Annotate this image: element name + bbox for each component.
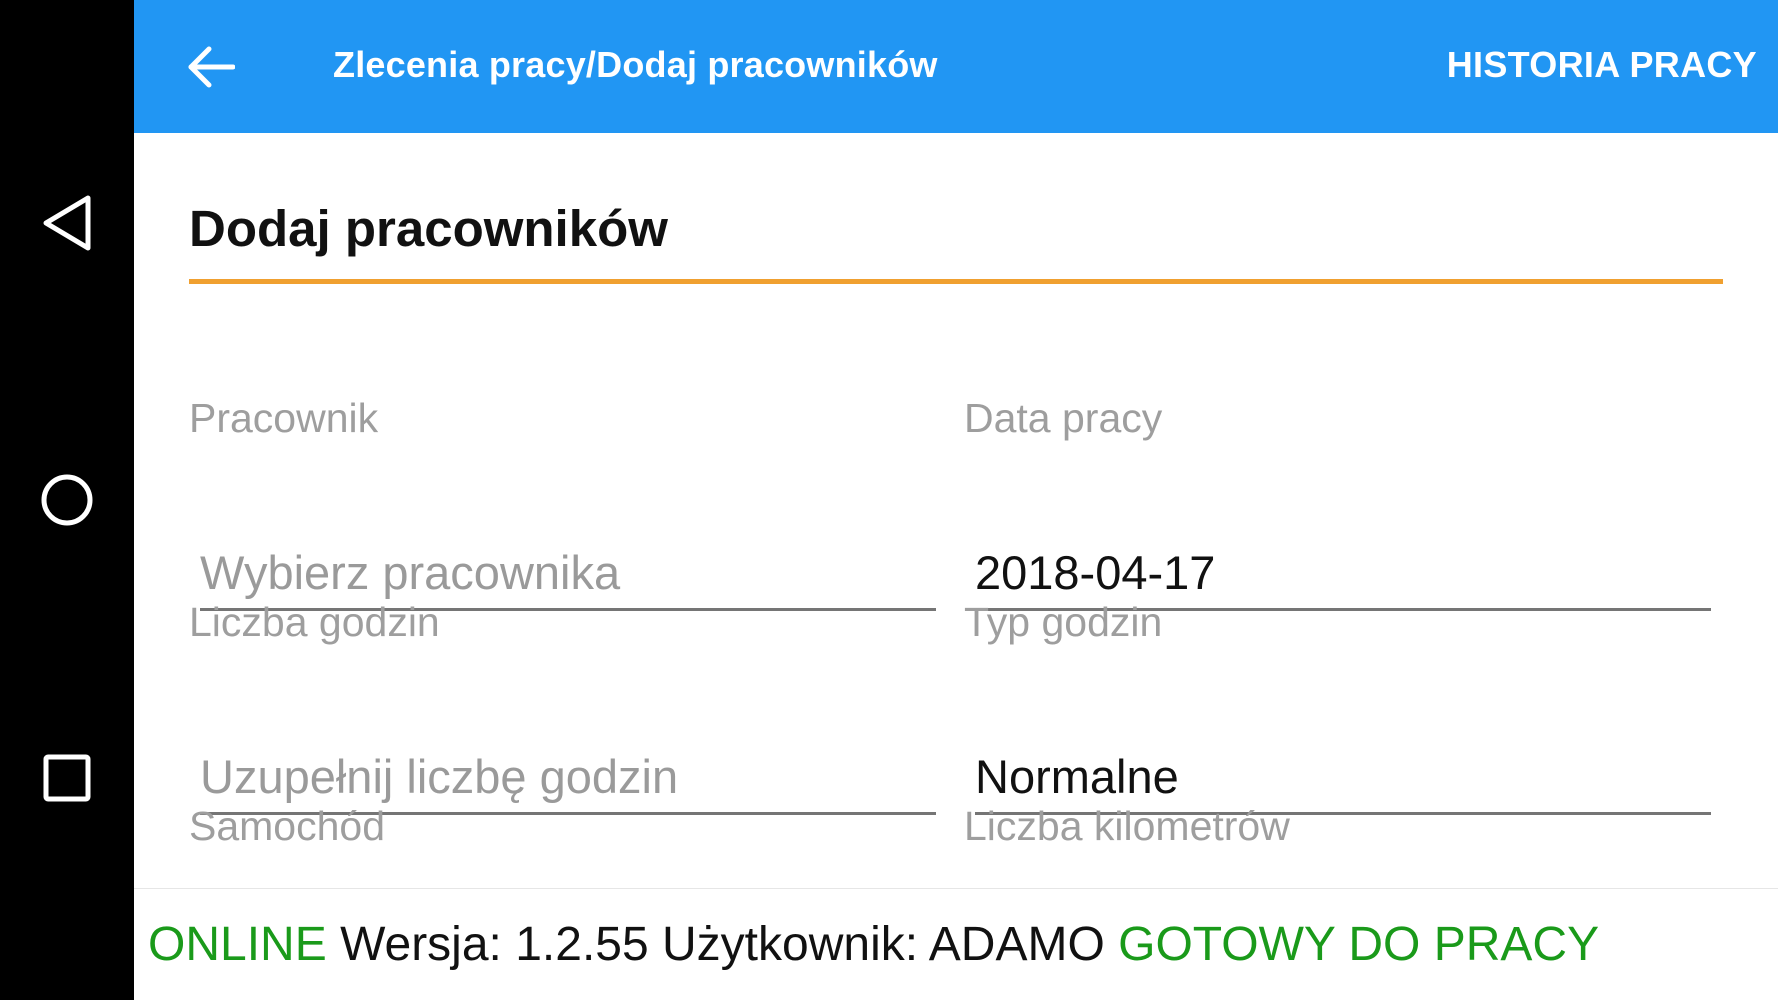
status-line: ONLINE Wersja: 1.2.55 Użytkownik: ADAMO …: [148, 917, 1599, 972]
hours-type-value: Normalne: [975, 753, 1179, 803]
app-bar: Zlecenia pracy/Dodaj pracowników HISTORI…: [134, 0, 1778, 133]
circle-home-icon[interactable]: [0, 445, 134, 555]
form-content: Dodaj pracowników Pracownik Wybierz prac…: [134, 133, 1778, 888]
user-value: ADAMO: [928, 918, 1105, 971]
arrow-left-icon[interactable]: [178, 34, 244, 100]
section-title: Dodaj pracowników: [189, 200, 668, 257]
version-label: Wersja:: [340, 918, 502, 971]
status-bar: ONLINE Wersja: 1.2.55 Użytkownik: ADAMO …: [134, 888, 1778, 1000]
work-state: GOTOWY DO PRACY: [1118, 918, 1600, 971]
page-title: Zlecenia pracy/Dodaj pracowników: [333, 44, 938, 85]
car-label: Samochód: [189, 803, 386, 849]
work-date-label: Data pracy: [964, 395, 1163, 441]
hours-placeholder: Uzupełnij liczbę godzin: [200, 753, 679, 803]
system-navigation-bar: [0, 0, 134, 1000]
work-history-button[interactable]: HISTORIA PRACY: [1447, 44, 1757, 86]
square-recents-icon[interactable]: [0, 723, 134, 833]
worker-label: Pracownik: [189, 395, 379, 441]
connection-status: ONLINE: [148, 918, 327, 971]
user-label: Użytkownik:: [662, 918, 919, 971]
triangle-back-icon[interactable]: [0, 168, 134, 278]
version-value: 1.2.55: [515, 918, 649, 971]
worker-placeholder: Wybierz pracownika: [200, 549, 621, 599]
kilometers-label: Liczba kilometrów: [964, 803, 1290, 849]
hours-label: Liczba godzin: [189, 599, 440, 645]
hours-type-label: Typ godzin: [964, 599, 1163, 645]
section-divider: [189, 279, 1723, 284]
work-date-value: 2018-04-17: [975, 549, 1216, 599]
